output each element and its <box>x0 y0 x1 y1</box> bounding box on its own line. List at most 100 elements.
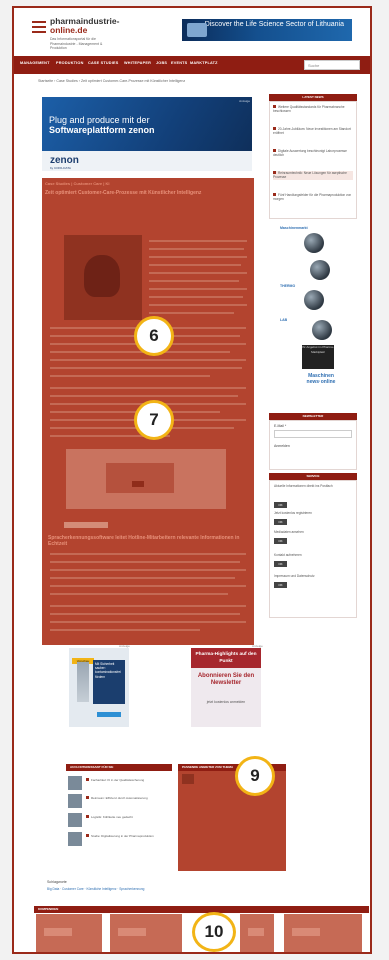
hand-image-icon <box>84 255 120 297</box>
text-line <box>149 272 247 274</box>
machine-icon[interactable] <box>304 233 324 253</box>
service-text: Mediadaten ansehen <box>274 530 304 534</box>
text-line <box>149 248 244 250</box>
conveyor-ad[interactable]: Vorschau Mit Sicherheit sauber: kontamin… <box>69 648 129 727</box>
latest-news-box: Weitere Qualitätsstandards für Pharmabra… <box>269 101 357 219</box>
list-item[interactable]: Logistik: Kühlkette neu gedacht <box>68 813 172 829</box>
badge-7: 7 <box>134 400 174 440</box>
news-item[interactable]: Digitale Auswertung beschleunigt Laborpr… <box>273 149 353 158</box>
service-heading: SERVICE <box>269 473 357 480</box>
news-item-highlighted[interactable]: Reinraumtechnik: Neue Lösungen für asept… <box>273 171 353 180</box>
text-line <box>50 387 246 389</box>
compendium-card[interactable] <box>110 914 182 952</box>
zenon-logo: zenon <box>50 155 79 166</box>
text-line <box>50 593 228 595</box>
article-thumbnail <box>68 832 82 846</box>
article-thumbnail <box>68 794 82 808</box>
text-line <box>50 351 230 353</box>
zenon-ad-line2: Softwareplattform zenon <box>49 125 155 135</box>
nav-item-events[interactable]: EVENTS <box>171 61 187 65</box>
news-item[interactable]: Weitere Qualitätsstandards für Pharmabra… <box>273 105 353 114</box>
site-logo[interactable]: pharmaindustrie- online.de <box>50 17 119 35</box>
pharma-ad-bar: Pharma-Highlights auf den Punkt <box>191 648 261 668</box>
logo-icon[interactable] <box>32 21 46 35</box>
machinenews-logo[interactable]: Maschinen news·online <box>292 373 350 385</box>
text-line <box>50 561 240 563</box>
keywords-label: Schlagworte <box>47 880 67 884</box>
text-line <box>50 569 246 571</box>
nav-item-jobs[interactable]: JOBS <box>156 61 167 65</box>
service-ok-button[interactable]: OK <box>274 538 287 544</box>
anmelden-link[interactable]: Anmelden <box>274 444 290 448</box>
keywords-links[interactable]: Big Data · Customer Care · Künstliche In… <box>47 887 144 891</box>
main-navigation: MANAGEMENT PRODUKTION CASE STUDIES WHITE… <box>14 56 370 74</box>
service-ok-button[interactable]: OK <box>274 561 287 567</box>
service-text: Impressum und Datenschutz <box>274 574 315 578</box>
list-item[interactable]: Fachartikel: KI in der Qualitätssicherun… <box>68 776 172 792</box>
text-line <box>149 280 239 282</box>
conveyor-ad-panel: Mit Sicherheit sauber: kontaminationsfre… <box>93 660 125 704</box>
marketplace-ad[interactable]: Ihr Angebot im Pharma-Marktplatz <box>302 345 334 369</box>
news-item[interactable]: 20-Jahre-Jubiläum: Neue Investitionen am… <box>273 127 353 136</box>
email-label: E-Mail * <box>274 424 287 428</box>
service-ok-button[interactable]: OK <box>274 519 287 525</box>
image-caption-chip <box>64 522 108 528</box>
nav-item-case-studies[interactable]: CASE STUDIES <box>88 61 118 65</box>
text-line <box>149 264 241 266</box>
service-ok-button[interactable]: OK <box>274 502 287 508</box>
news-item[interactable]: Fünf Handlungsfelder für die Pharmaprodu… <box>273 193 353 202</box>
nav-item-whitepaper[interactable]: WHITEPAPER <box>124 61 151 65</box>
badge-9: 9 <box>235 756 275 796</box>
nav-item-produktion[interactable]: PRODUKTION <box>56 61 84 65</box>
text-line <box>50 613 240 615</box>
text-line <box>50 359 246 361</box>
conveyor-ad-button[interactable] <box>97 712 121 717</box>
tube-icon <box>77 662 89 702</box>
service-text: Jetzt kostenlos registrieren <box>274 511 312 515</box>
service-ok-button[interactable]: OK <box>274 582 287 588</box>
list-item[interactable]: Reinraum: Effizienz durch Automatisierun… <box>68 794 172 810</box>
ad-label: Anzeige <box>119 644 130 648</box>
top-banner-ad[interactable]: Discover the Life Science Sector of Lith… <box>182 19 352 41</box>
pharma-newsletter-ad[interactable]: Pharma-Highlights auf den Punkt Abonnier… <box>191 648 261 727</box>
valve-icon[interactable] <box>310 260 330 280</box>
article-image <box>64 235 142 320</box>
logo-tagline: Das Informationsportal für die Pharmaind… <box>50 37 103 50</box>
newsletter-heading: NEWSLETTER <box>269 413 357 420</box>
play-button-icon <box>132 481 144 487</box>
text-line <box>149 312 234 314</box>
screenshot-illustration <box>66 449 226 509</box>
text-line <box>149 296 243 298</box>
compendium-card[interactable] <box>284 914 362 952</box>
service-text: Aktuelle Informationen direkt ins Postfa… <box>274 484 333 488</box>
list-item[interactable]: Studie: Digitalisierung in der Pharmapro… <box>68 832 172 848</box>
breadcrumb[interactable]: Startseite › Case Studies › Zeit optimie… <box>38 79 185 83</box>
zenon-logo-sub: by COPA-DATA <box>50 166 71 170</box>
ad-label: Anzeige <box>252 644 263 648</box>
compendium-heading: KOMPENDIEN <box>34 906 369 913</box>
machinenews-line2: news·online <box>306 379 336 385</box>
article-kicker: Case Studies | Customer Care | KI <box>45 181 110 186</box>
email-field[interactable] <box>274 430 352 438</box>
nav-item-management[interactable]: MANAGEMENT <box>20 61 50 65</box>
text-line <box>50 605 246 607</box>
article-subheading: Spracherkennungssoftware leitet Hotline-… <box>48 535 240 547</box>
pharma-ad-sub: jetzt kostenlos anmelden <box>206 700 246 704</box>
search-input[interactable]: Suche <box>304 60 360 70</box>
pump-icon[interactable] <box>304 290 324 310</box>
banner-image-icon <box>187 23 207 37</box>
machines-tag: Maschinenmarkt <box>280 226 308 230</box>
compendium-card[interactable] <box>36 914 102 952</box>
filter-icon[interactable] <box>312 320 332 340</box>
nav-item-marktplatz[interactable]: MARKTPLATZ <box>190 61 218 65</box>
service-box <box>269 480 357 618</box>
service-text: Kontakt aufnehmen <box>274 553 302 557</box>
banner-text: Discover the Life Science Sector of Lith… <box>204 21 344 28</box>
compendium-card[interactable] <box>240 914 274 952</box>
article-title: Zeit optimiert Customer-Care-Prozesse mi… <box>45 190 202 196</box>
article-thumbnail <box>68 776 82 790</box>
provider-thumbnail <box>182 774 194 784</box>
zenon-ad-banner[interactable]: Anzeige Plug and produce mit der Softwar… <box>42 97 252 171</box>
text-line <box>149 304 247 306</box>
text-line <box>50 585 246 587</box>
